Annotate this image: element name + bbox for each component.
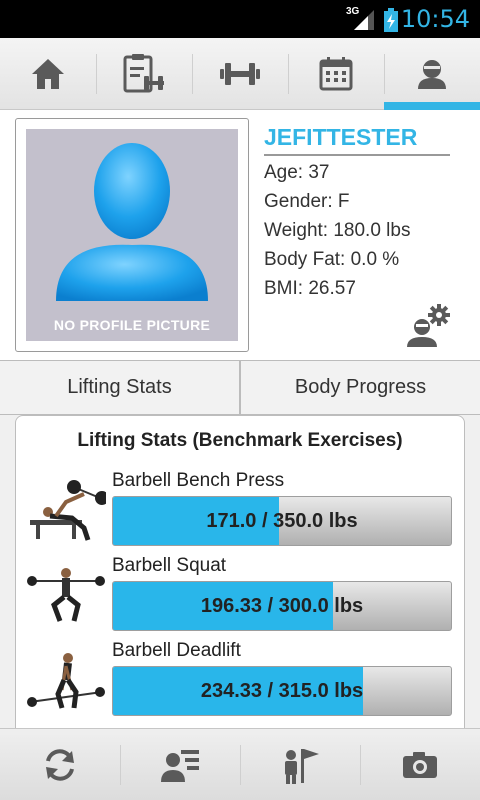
deadlift-image	[27, 653, 105, 709]
profile-picture[interactable]: NO PROFILE PICTURE	[15, 118, 249, 352]
card-title: Lifting Stats (Benchmark Exercises)	[77, 430, 403, 451]
top-nav	[0, 38, 480, 110]
weight-stat: Weight: 180.0 lbs	[264, 220, 411, 241]
progress-label: 196.33 / 300.0 lbs	[200, 594, 364, 617]
goals-icon	[285, 748, 319, 784]
exercise-deadlift[interactable]: Barbell Deadlift 234.33 / 315.0 lbs	[16, 640, 466, 720]
picture-caption: NO PROFILE PICTURE	[53, 317, 211, 333]
exercise-name: Barbell Squat	[112, 555, 227, 576]
battery-icon	[384, 8, 398, 32]
progress-label: 234.33 / 315.0 lbs	[200, 679, 364, 702]
bottom-action-bar	[0, 728, 480, 800]
bmi-stat: BMI: 26.57	[264, 278, 356, 299]
avatar-silhouette-icon	[56, 143, 208, 301]
profile-settings-icon	[407, 304, 450, 347]
tab-profile[interactable]	[384, 38, 480, 110]
signal-icon	[354, 10, 374, 30]
tab-logs[interactable]	[96, 38, 192, 109]
bench-press-image	[30, 480, 106, 541]
age-stat: Age: 37	[264, 162, 330, 183]
status-bar: 3G 10:54	[0, 0, 480, 38]
squat-image	[27, 568, 105, 622]
profile-section: NO PROFILE PICTURE JEFITTESTER Age: 37 G…	[0, 110, 480, 360]
exercise-squat[interactable]: Barbell Squat 196.33 / 300.0 lbs	[16, 555, 466, 635]
home-icon	[32, 58, 64, 89]
logs-icon	[123, 53, 164, 92]
tab-lifting-stats[interactable]: Lifting Stats	[0, 361, 239, 414]
exercise-name: Barbell Bench Press	[112, 470, 285, 491]
tab-home[interactable]	[0, 38, 96, 109]
goals-button[interactable]	[240, 729, 360, 800]
profile-settings-button[interactable]	[404, 303, 452, 354]
profile-list-icon	[161, 749, 199, 782]
dumbbell-icon	[220, 62, 260, 85]
exercise-bench-press[interactable]: Barbell Bench Press 171.0 / 350.0 lbs	[16, 470, 466, 550]
lifting-stats-card: Lifting Stats (Benchmark Exercises) Barb…	[15, 415, 465, 745]
gender-stat: Gender: F	[264, 191, 350, 212]
progress-bar: 234.33 / 315.0 lbs	[112, 666, 452, 716]
progress-label: 171.0 / 350.0 lbs	[206, 509, 358, 532]
profile-list-button[interactable]	[120, 729, 240, 800]
progress-bar: 196.33 / 300.0 lbs	[112, 581, 452, 631]
tab-exercises[interactable]	[192, 38, 288, 109]
tab-calendar[interactable]	[288, 38, 384, 109]
username: JEFITTESTER	[264, 124, 418, 150]
exercise-name: Barbell Deadlift	[112, 640, 241, 661]
camera-icon	[403, 751, 437, 778]
sync-button[interactable]	[0, 729, 120, 800]
username-divider	[264, 154, 450, 156]
profile-icon	[418, 59, 446, 89]
calendar-icon	[319, 56, 353, 90]
camera-button[interactable]	[360, 729, 480, 800]
sync-icon	[46, 748, 74, 781]
body-fat-stat: Body Fat: 0.0 %	[264, 249, 400, 270]
tab-body-progress[interactable]: Body Progress	[239, 361, 480, 414]
clock: 10:54	[400, 5, 470, 33]
profile-picture-placeholder: NO PROFILE PICTURE	[26, 129, 238, 341]
stats-tabs: Lifting Stats Body Progress	[0, 360, 480, 415]
progress-bar: 171.0 / 350.0 lbs	[112, 496, 452, 546]
